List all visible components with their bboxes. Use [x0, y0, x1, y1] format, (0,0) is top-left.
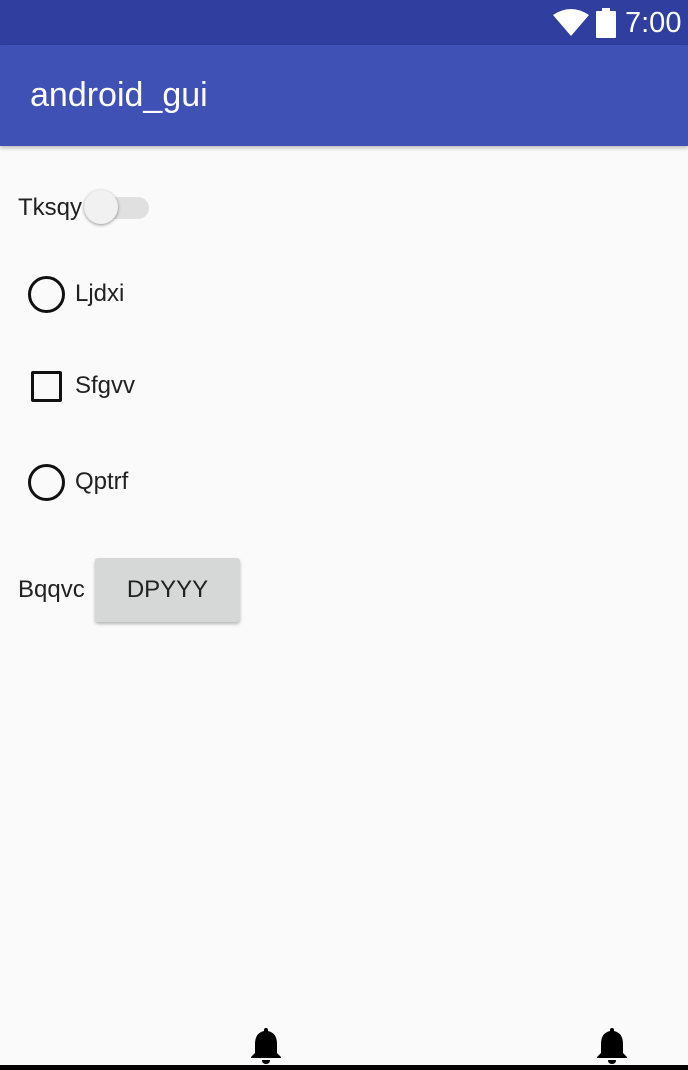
- battery-icon: [596, 8, 616, 38]
- radio-button[interactable]: [28, 276, 65, 313]
- wifi-icon: [553, 9, 589, 36]
- checkbox-label: Sfgvv: [75, 372, 136, 399]
- status-bar: 7:00: [0, 0, 688, 45]
- checkbox[interactable]: [31, 371, 62, 402]
- button-row-label: Bqqvc: [18, 576, 85, 603]
- bell-icon[interactable]: [250, 1026, 282, 1064]
- app-bar: android_gui: [0, 45, 688, 146]
- bell-icon[interactable]: [596, 1026, 628, 1064]
- radio-label: Ljdxi: [75, 280, 125, 307]
- action-button[interactable]: DPYYY: [95, 558, 240, 622]
- bottom-divider: [0, 1065, 688, 1070]
- main-content: Tksqy Ljdxi Sfgvv Qptrf Bqqvc DPYYY: [0, 146, 688, 1036]
- switch-label: Tksqy: [18, 194, 83, 221]
- bottom-bar: [0, 1020, 688, 1070]
- app-title: android_gui: [30, 76, 208, 114]
- status-clock: 7:00: [625, 7, 682, 39]
- switch-thumb[interactable]: [84, 190, 118, 224]
- radio-button[interactable]: [28, 464, 65, 501]
- radio-label: Qptrf: [75, 468, 129, 495]
